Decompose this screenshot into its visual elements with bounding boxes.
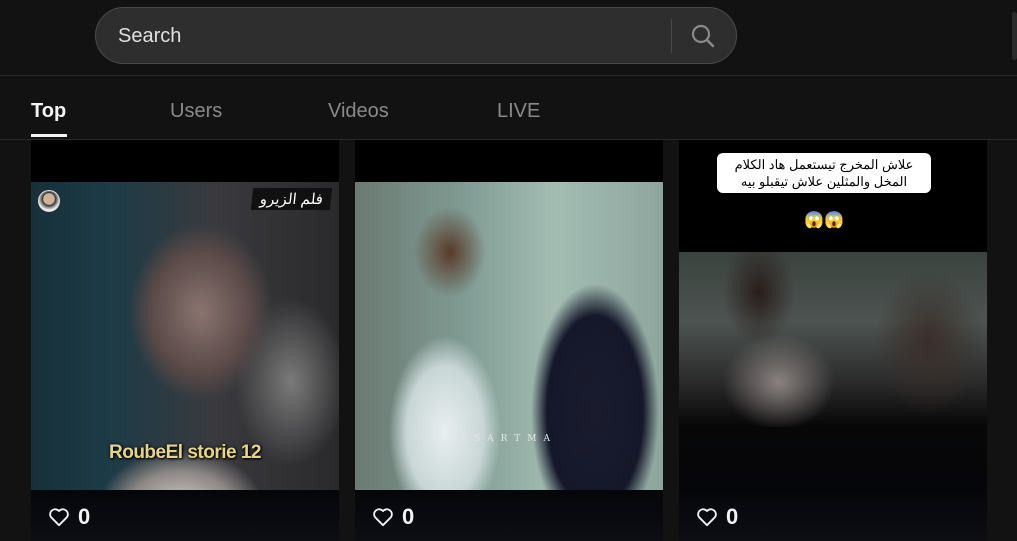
emoji-overlay: 😱😱 — [804, 212, 844, 229]
video-text-overlay: علاش المخرج تيستعمل هاد الكلام المخل وال… — [717, 153, 931, 193]
search-input[interactable] — [116, 8, 660, 65]
video-card[interactable]: فلم الزيرو RoubeEl storie 12 0 — [31, 140, 339, 541]
video-title-overlay: فلم الزيرو — [250, 188, 333, 210]
search-button[interactable] — [684, 18, 722, 54]
like-count-value: 0 — [78, 504, 91, 529]
overlay-line: المخل والمثلين علاش تيقبلو بيه — [740, 174, 908, 189]
like-count-value: 0 — [726, 504, 739, 529]
top-bar — [0, 0, 1017, 76]
card-footer: 0 — [355, 490, 663, 541]
like-count-value: 0 — [402, 504, 415, 529]
tab-videos[interactable]: Videos — [328, 100, 389, 123]
video-card[interactable]: YSARTMA 0 — [355, 140, 663, 541]
video-thumbnail[interactable]: Sors ton putain de fric, connasse ! Sors… — [679, 252, 987, 511]
video-caption: RoubeEl storie 12 — [109, 442, 262, 463]
like-count: 0 — [48, 504, 90, 530]
tab-live[interactable]: LIVE — [497, 100, 540, 123]
heart-outline-icon — [697, 508, 717, 527]
active-tab-indicator — [31, 134, 67, 137]
like-count: 0 — [696, 504, 738, 530]
like-count: 0 — [372, 504, 414, 530]
video-card[interactable]: علاش المخرج تيستعمل هاد الكلام المخل وال… — [679, 140, 987, 541]
scrollbar[interactable] — [1012, 12, 1017, 60]
search-divider — [671, 19, 672, 53]
search-bar — [95, 7, 737, 65]
video-thumbnail[interactable]: فلم الزيرو RoubeEl storie 12 — [31, 182, 339, 490]
heart-outline-icon — [373, 508, 393, 527]
tab-users[interactable]: Users — [170, 100, 222, 123]
thumbnail-fade — [679, 427, 987, 490]
avatar — [38, 190, 60, 212]
video-thumbnail[interactable]: YSARTMA — [355, 182, 663, 490]
heart-outline-icon — [49, 508, 69, 527]
overlay-line: علاش المخرج تيستعمل هاد الكلام — [734, 157, 914, 172]
card-footer: 0 — [31, 490, 339, 541]
tab-top[interactable]: Top — [31, 100, 66, 123]
search-tabs: Top Users Videos LIVE — [0, 76, 1017, 140]
card-footer: 0 — [679, 490, 987, 541]
watermark: YSARTMA — [461, 434, 557, 444]
search-icon — [691, 24, 715, 48]
